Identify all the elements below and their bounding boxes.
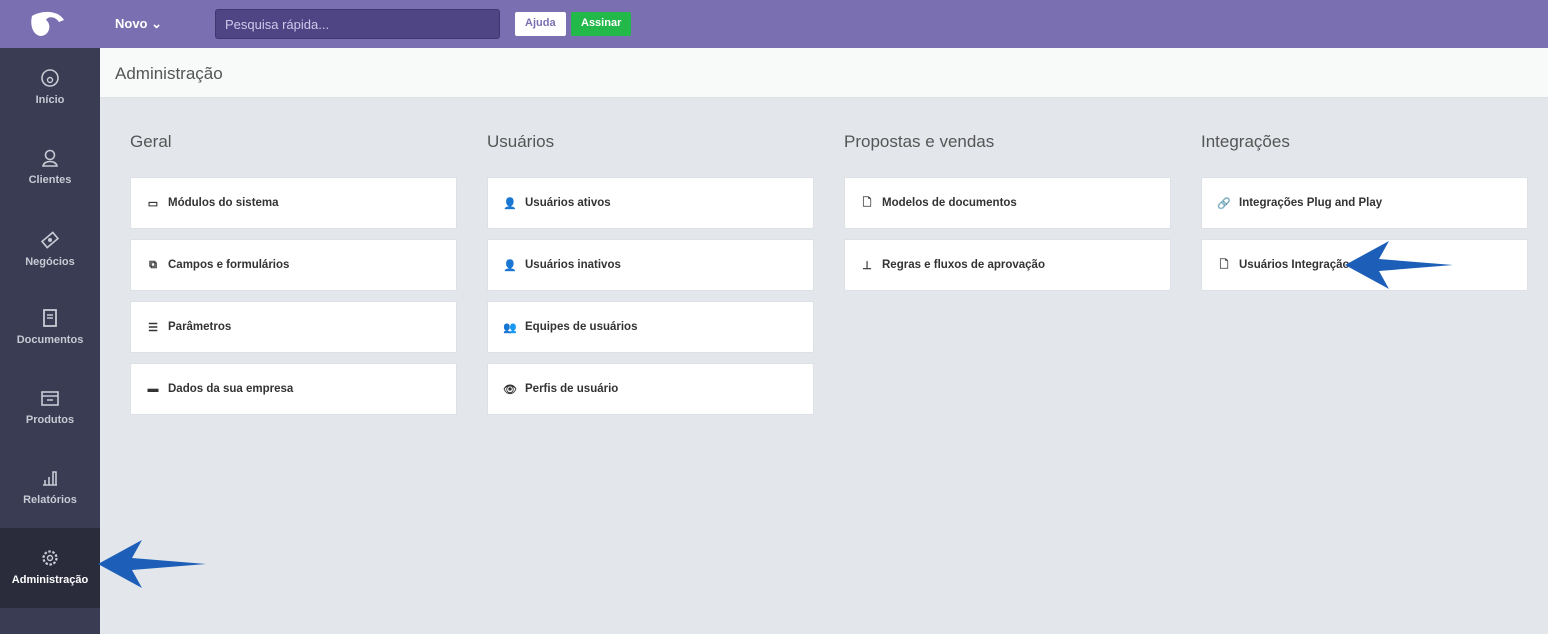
card-label: Modelos de documentos — [882, 197, 1017, 209]
card-label: Usuários Integração — [1239, 259, 1350, 271]
page-header: Administração — [100, 48, 1548, 98]
card-label: Parâmetros — [168, 321, 231, 333]
users-icon: 👥 — [503, 321, 517, 334]
card-equipes-de-usuarios[interactable]: 👥 Equipes de usuários — [487, 301, 814, 353]
sidebar-label: Relatórios — [23, 494, 77, 506]
link-icon: 🔗 — [1217, 197, 1231, 210]
card-label: Equipes de usuários — [525, 321, 637, 333]
sidebar-label: Administração — [12, 574, 88, 586]
sitemap-icon: ⊥ — [860, 259, 874, 272]
sidebar-label: Produtos — [26, 414, 74, 426]
card-regras-e-fluxos[interactable]: ⊥ Regras e fluxos de aprovação — [844, 239, 1171, 291]
page-title: Administração — [115, 64, 223, 84]
card-label: Integrações Plug and Play — [1239, 197, 1382, 209]
sidebar-label: Negócios — [25, 256, 75, 268]
section-title: Integrações — [1201, 132, 1528, 177]
help-button[interactable]: Ajuda — [515, 12, 566, 36]
card-perfis-de-usuario[interactable]: 👁 Perfis de usuário — [487, 363, 814, 415]
chart-icon — [40, 468, 60, 488]
sidebar-item-negocios[interactable]: Negócios — [0, 210, 100, 290]
dashboard-icon — [40, 68, 60, 88]
annotation-arrow-icon — [96, 538, 208, 590]
card-dados-da-empresa[interactable]: ▬ Dados da sua empresa — [130, 363, 457, 415]
card-label: Dados da sua empresa — [168, 383, 293, 395]
section-title: Usuários — [487, 132, 814, 177]
document-icon — [40, 308, 60, 328]
card-label: Usuários ativos — [525, 197, 611, 209]
sidebar-label: Documentos — [17, 334, 84, 346]
user-icon — [40, 148, 60, 168]
logo-icon[interactable] — [28, 10, 66, 38]
section-propostas-e-vendas: Propostas e vendas 🗋 Modelos de documento… — [844, 132, 1171, 301]
list-icon: ☰ — [146, 321, 160, 334]
card-label: Perfis de usuário — [525, 383, 618, 395]
card-label: Módulos do sistema — [168, 197, 279, 209]
new-menu-button[interactable]: Novo ⌄ — [115, 16, 162, 32]
card-label: Regras e fluxos de aprovação — [882, 259, 1045, 271]
sidebar-item-documentos[interactable]: Documentos — [0, 288, 100, 368]
box-icon — [40, 388, 60, 408]
sidebar-item-relatorios[interactable]: Relatórios — [0, 448, 100, 528]
card-modulos-do-sistema[interactable]: ▭ Módulos do sistema — [130, 177, 457, 229]
card-campos-e-formularios[interactable]: ⧉ Campos e formulários — [130, 239, 457, 291]
user-times-icon: 👤 — [503, 259, 517, 272]
sidebar-label: Clientes — [29, 174, 72, 186]
card-usuarios-ativos[interactable]: 👤 Usuários ativos — [487, 177, 814, 229]
card-label: Usuários inativos — [525, 259, 621, 271]
sidebar-item-clientes[interactable]: Clientes — [0, 128, 100, 208]
file-code-icon: 🗋 — [1217, 256, 1231, 275]
annotation-arrow-icon — [1343, 239, 1455, 291]
section-title: Geral — [130, 132, 457, 177]
gear-icon — [40, 548, 60, 568]
section-usuarios: Usuários 👤 Usuários ativos 👤 Usuários inat… — [487, 132, 814, 425]
section-title: Propostas e vendas — [844, 132, 1171, 177]
card-usuarios-inativos[interactable]: 👤 Usuários inativos — [487, 239, 814, 291]
card-parametros[interactable]: ☰ Parâmetros — [130, 301, 457, 353]
briefcase-icon: ▬ — [146, 383, 160, 395]
card-modelos-de-documentos[interactable]: 🗋 Modelos de documentos — [844, 177, 1171, 229]
card-integracoes-plug-and-play[interactable]: 🔗 Integrações Plug and Play — [1201, 177, 1528, 229]
sidebar-item-administracao[interactable]: Administração — [0, 528, 100, 608]
copy-icon: ⧉ — [146, 259, 160, 272]
top-bar: Novo ⌄ Pesquisa rápida... Ajuda Assinar — [0, 0, 1548, 48]
money-icon — [40, 230, 60, 250]
sidebar: Início Clientes Negócios Documentos Prod… — [0, 48, 100, 634]
file-icon: 🗋 — [860, 194, 874, 213]
section-geral: Geral ▭ Módulos do sistema ⧉ Campos e form… — [130, 132, 457, 425]
chevron-down-icon: ⌄ — [151, 16, 162, 31]
quick-search-input[interactable]: Pesquisa rápida... — [215, 9, 500, 39]
new-label: Novo — [115, 16, 148, 31]
subscribe-button[interactable]: Assinar — [571, 12, 631, 36]
sidebar-item-produtos[interactable]: Produtos — [0, 368, 100, 448]
user-plus-icon: 👤 — [503, 197, 517, 210]
monitor-icon: ▭ — [146, 197, 160, 210]
card-label: Campos e formulários — [168, 259, 289, 271]
sidebar-label: Início — [36, 94, 65, 106]
sidebar-item-inicio[interactable]: Início — [0, 48, 100, 128]
eye-icon: 👁 — [503, 383, 517, 396]
